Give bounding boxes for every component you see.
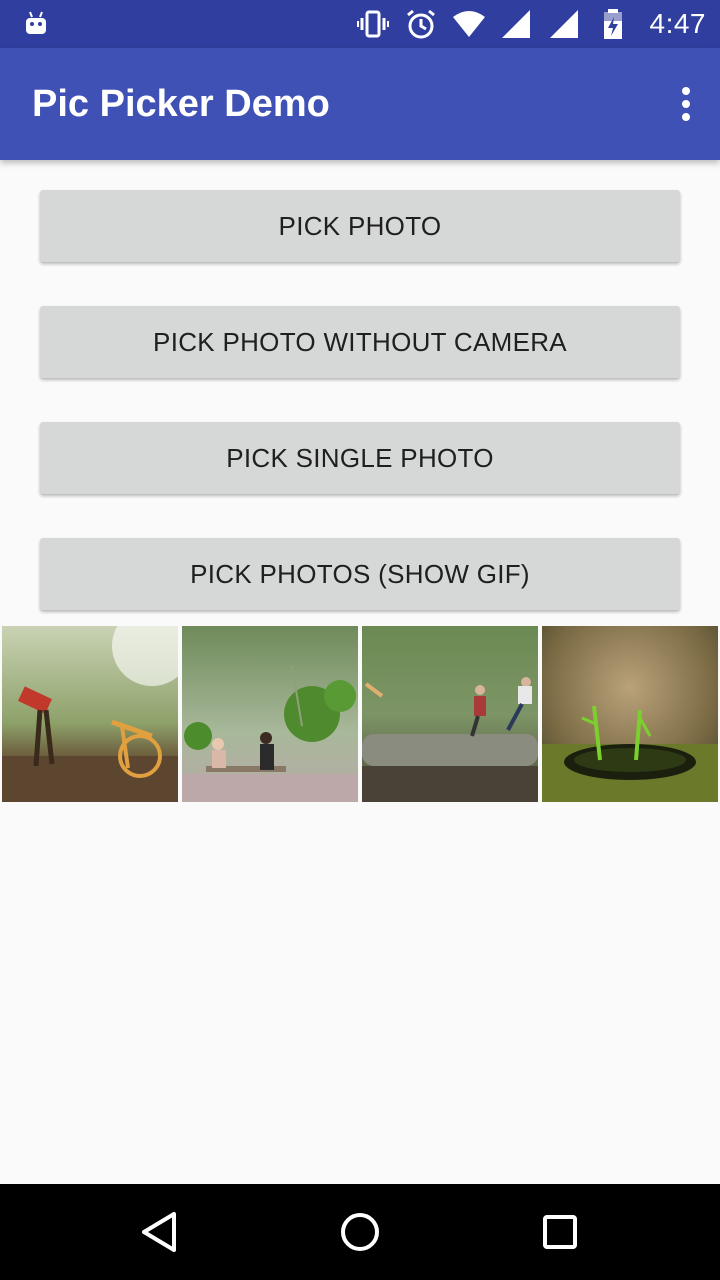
photo-thumbnail-4[interactable] [542, 626, 718, 802]
status-time: 4:47 [649, 8, 706, 39]
photo-thumbnail-3[interactable] [362, 626, 538, 802]
recents-icon[interactable] [536, 1208, 584, 1256]
navigation-bar [0, 1184, 720, 1280]
wifi-icon [452, 7, 486, 41]
main-content: PICK PHOTO PICK PHOTO WITHOUT CAMERA PIC… [0, 160, 720, 1184]
overflow-menu-icon[interactable] [676, 84, 696, 124]
photo-thumbnail-1[interactable] [2, 626, 178, 802]
back-icon[interactable] [136, 1208, 184, 1256]
alarm-icon [404, 7, 438, 41]
pick-photos-show-gif-button[interactable]: PICK PHOTOS (SHOW GIF) [40, 538, 680, 610]
signal-icon-2 [548, 7, 582, 41]
home-icon[interactable] [336, 1208, 384, 1256]
vibrate-icon [356, 7, 390, 41]
pick-photo-button[interactable]: PICK PHOTO [40, 190, 680, 262]
battery-charging-icon [596, 7, 630, 41]
android-icon [26, 11, 46, 34]
pick-single-photo-button[interactable]: PICK SINGLE PHOTO [40, 422, 680, 494]
app-title: Pic Picker Demo [32, 83, 330, 125]
signal-icon [500, 7, 534, 41]
app-bar: Pic Picker Demo [0, 48, 720, 160]
status-bar: 4:47 [0, 0, 720, 48]
photo-thumbnail-2[interactable] [182, 626, 358, 802]
pick-photo-without-camera-button[interactable]: PICK PHOTO WITHOUT CAMERA [40, 306, 680, 378]
photo-grid [0, 626, 720, 802]
